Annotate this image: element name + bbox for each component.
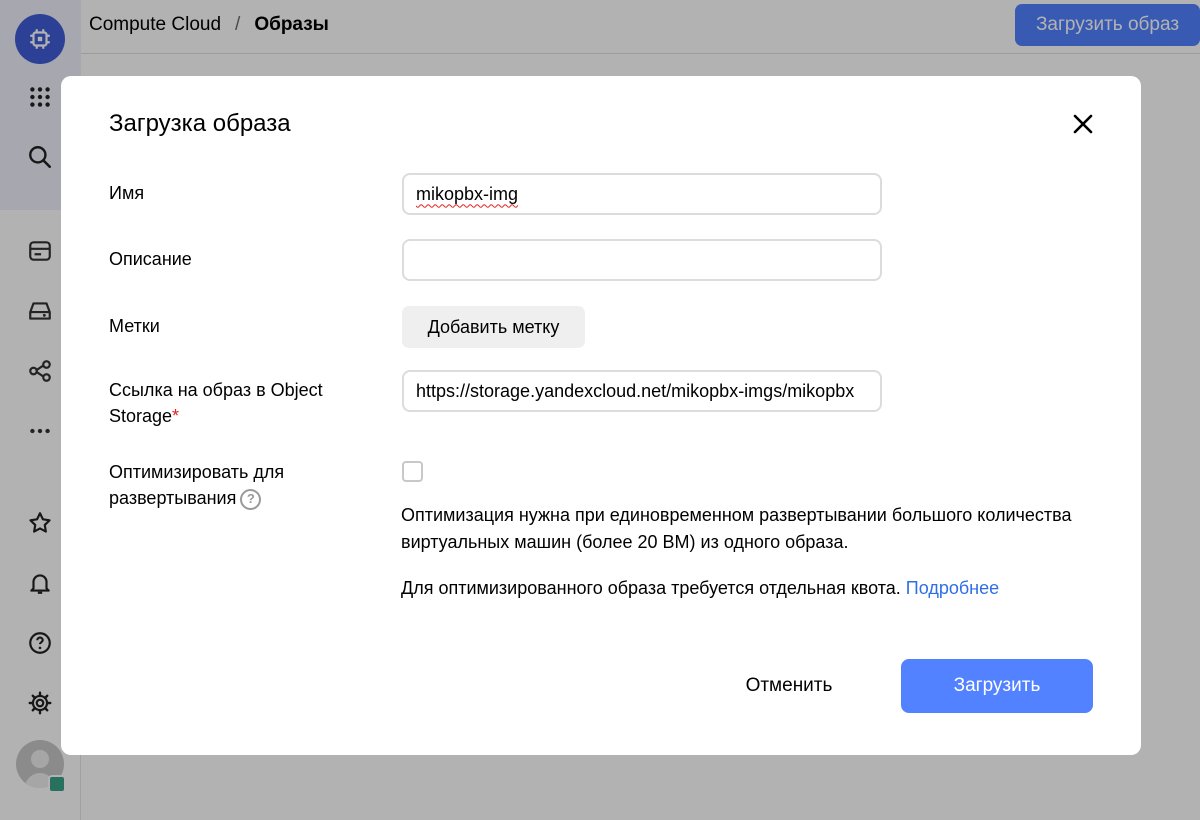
name-input-value: mikopbx-img — [416, 183, 519, 204]
question-icon[interactable]: ? — [240, 488, 262, 510]
name-input[interactable]: mikopbx-img — [402, 173, 882, 215]
url-label-text: Ссылка на образ в Object Storage — [109, 380, 323, 426]
quota-hint-text: Для оптимизированного образа требуется о… — [401, 578, 901, 598]
upload-image-dialog: Загрузка образа Имя mikopbx-img Описание… — [61, 76, 1141, 755]
description-label: Описание — [109, 249, 192, 269]
upload-button[interactable]: Загрузить — [901, 659, 1093, 713]
optimize-checkbox[interactable] — [402, 461, 423, 482]
dialog-title: Загрузка образа — [109, 110, 291, 137]
quota-hint: Для оптимизированного образа требуется о… — [401, 575, 1081, 602]
optimize-hint: Оптимизация нужна при единовременном раз… — [401, 505, 1072, 552]
object-storage-url-input[interactable]: https://storage.yandexcloud.net/mikopbx-… — [402, 370, 882, 412]
required-mark: * — [172, 406, 180, 426]
cancel-button[interactable]: Отменить — [721, 659, 857, 713]
optimize-label: Оптимизировать для развертывания? — [109, 459, 339, 511]
name-label: Имя — [109, 183, 145, 203]
close-icon[interactable] — [1067, 108, 1099, 140]
description-input[interactable] — [402, 239, 882, 281]
labels-label: Метки — [109, 316, 160, 336]
url-input-value: https://storage.yandexcloud.net/mikopbx-… — [416, 380, 855, 401]
add-label-button[interactable]: Добавить метку — [402, 306, 585, 348]
url-label: Ссылка на образ в Object Storage* — [109, 377, 369, 429]
more-info-link[interactable]: Подробнее — [906, 578, 999, 598]
